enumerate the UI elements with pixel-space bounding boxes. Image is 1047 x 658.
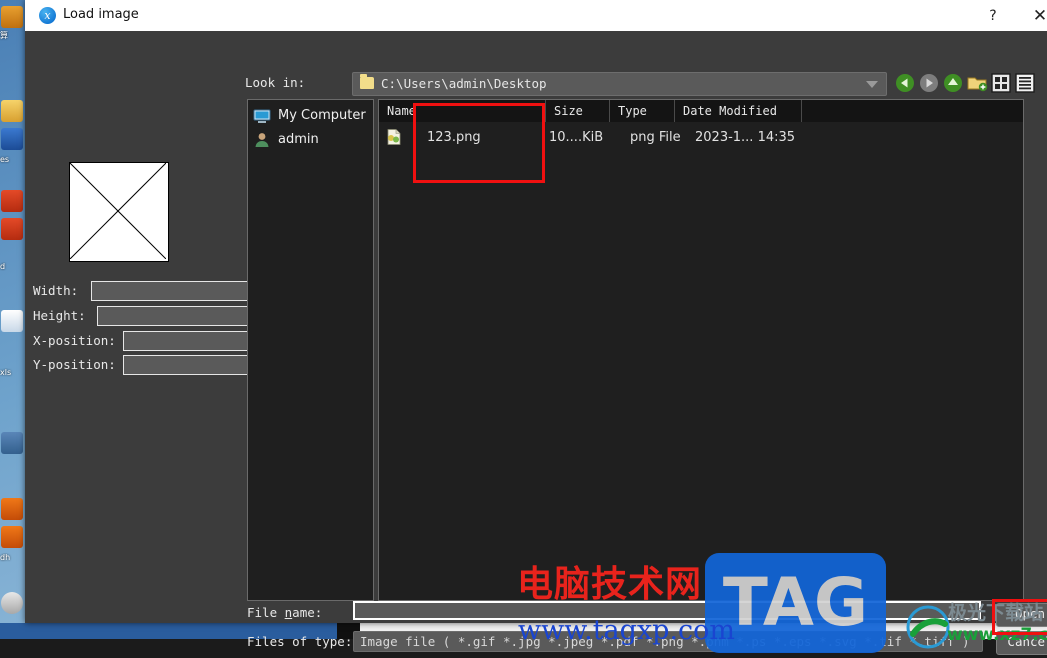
desktop-icon[interactable] — [1, 190, 23, 212]
window-title: Load image — [63, 7, 139, 22]
cell-size: 10....KiB — [549, 130, 604, 145]
desktop-icon[interactable] — [1, 6, 23, 28]
sidebar-item-my-computer[interactable]: My Computer — [252, 106, 366, 128]
desktop-icon[interactable] — [1, 310, 23, 332]
desktop-icon[interactable] — [1, 128, 23, 150]
arrow-left-icon — [896, 74, 914, 92]
folder-plus-icon — [967, 77, 988, 92]
width-label: Width: — [33, 283, 79, 298]
new-folder-button[interactable] — [966, 72, 988, 94]
dialog-body: Width: Height: X-position: Y-position: L… — [25, 31, 1047, 655]
column-header-label: Size — [554, 104, 583, 118]
column-header-date-modified[interactable]: Date Modified — [675, 100, 802, 122]
height-label: Height: — [33, 308, 86, 323]
sidebar-item-label: admin — [278, 132, 319, 147]
y-position-label: Y-position: — [33, 357, 116, 372]
detail-view-button[interactable] — [1014, 72, 1036, 94]
desktop-icon[interactable] — [1, 432, 23, 454]
computer-icon — [253, 109, 271, 123]
title-bar[interactable]: x Load image ? ✕ — [25, 0, 1047, 32]
cell-name: 123.png — [427, 130, 481, 145]
file-name-label-post: ame: — [292, 605, 323, 620]
arrow-right-icon — [920, 74, 938, 92]
files-of-type-label: Files of type: — [247, 634, 353, 649]
file-name-label-pre: File — [247, 605, 285, 620]
file-name-input[interactable] — [353, 601, 981, 620]
file-list-header: Name Size Type Date Modified — [379, 100, 1023, 122]
files-of-type-combobox[interactable]: Image file ( *.gif *.jpg *.jpeg *.pdf *.… — [353, 631, 983, 652]
current-path: C:\Users\admin\Desktop — [381, 76, 547, 91]
cell-date-modified: 2023-1... 14:35 — [695, 130, 796, 145]
open-button[interactable]: Open — [996, 603, 1047, 627]
column-header-label: Name — [387, 104, 416, 118]
table-row[interactable]: 123.png 10....KiB png File 2023-1... 14:… — [379, 127, 1023, 149]
desktop-icon-label: d — [0, 262, 6, 271]
column-header-size[interactable]: Size — [546, 100, 610, 122]
app-icon: x — [39, 7, 56, 24]
close-button[interactable]: ✕ — [1025, 4, 1047, 28]
cancel-button[interactable]: Cancel — [996, 631, 1047, 655]
load-image-dialog: x Load image ? ✕ Width: Height: X-positi… — [25, 0, 1047, 655]
height-input[interactable] — [97, 306, 252, 326]
grid-view-icon — [991, 73, 1011, 93]
y-position-input[interactable] — [123, 355, 252, 375]
cell-type: png File — [630, 130, 681, 145]
sidebar-item-label: My Computer — [278, 108, 366, 123]
desktop-icon[interactable] — [1, 526, 23, 548]
image-preview — [69, 162, 169, 262]
desktop-icon-label: 算 — [0, 31, 8, 40]
column-header-type[interactable]: Type — [610, 100, 675, 122]
chevron-down-icon[interactable] — [866, 81, 878, 88]
placeholder-cross-icon — [70, 163, 166, 259]
file-name-label: File name: — [247, 605, 322, 620]
list-view-button[interactable] — [990, 72, 1012, 94]
desktop-icon[interactable] — [1, 100, 23, 122]
x-position-input[interactable] — [123, 331, 252, 351]
desktop-icon[interactable] — [1, 592, 23, 614]
list-view-icon — [1015, 73, 1035, 93]
user-icon — [255, 133, 269, 147]
desktop-icon[interactable] — [1, 498, 23, 520]
desktop-icon-label: es — [0, 155, 10, 164]
arrow-up-icon — [944, 74, 962, 92]
sidebar-item-admin[interactable]: admin — [252, 130, 319, 152]
parent-directory-button[interactable] — [942, 72, 964, 94]
help-button[interactable]: ? — [978, 4, 1008, 28]
column-header-label: Date Modified — [683, 104, 777, 118]
places-sidebar[interactable]: My Computer admin — [247, 99, 374, 601]
desktop-icon-label: xls — [0, 368, 12, 377]
column-header-label: Type — [618, 104, 647, 118]
desktop-icon[interactable] — [1, 218, 23, 240]
forward-button[interactable] — [918, 72, 940, 94]
png-file-icon — [387, 129, 401, 145]
files-of-type-value: Image file ( *.gif *.jpg *.jpeg *.pdf *.… — [360, 634, 970, 649]
look-in-combobox[interactable]: C:\Users\admin\Desktop — [352, 72, 887, 96]
x-position-label: X-position: — [33, 333, 116, 348]
column-header-name[interactable]: Name — [379, 100, 546, 122]
file-list[interactable]: Name Size Type Date Modified 123.png 10.… — [378, 99, 1024, 601]
look-in-label: Look in: — [245, 75, 306, 90]
desktop-icon-label: dh — [0, 553, 11, 562]
folder-icon — [360, 74, 374, 89]
back-button[interactable] — [894, 72, 916, 94]
width-input[interactable] — [91, 281, 252, 301]
